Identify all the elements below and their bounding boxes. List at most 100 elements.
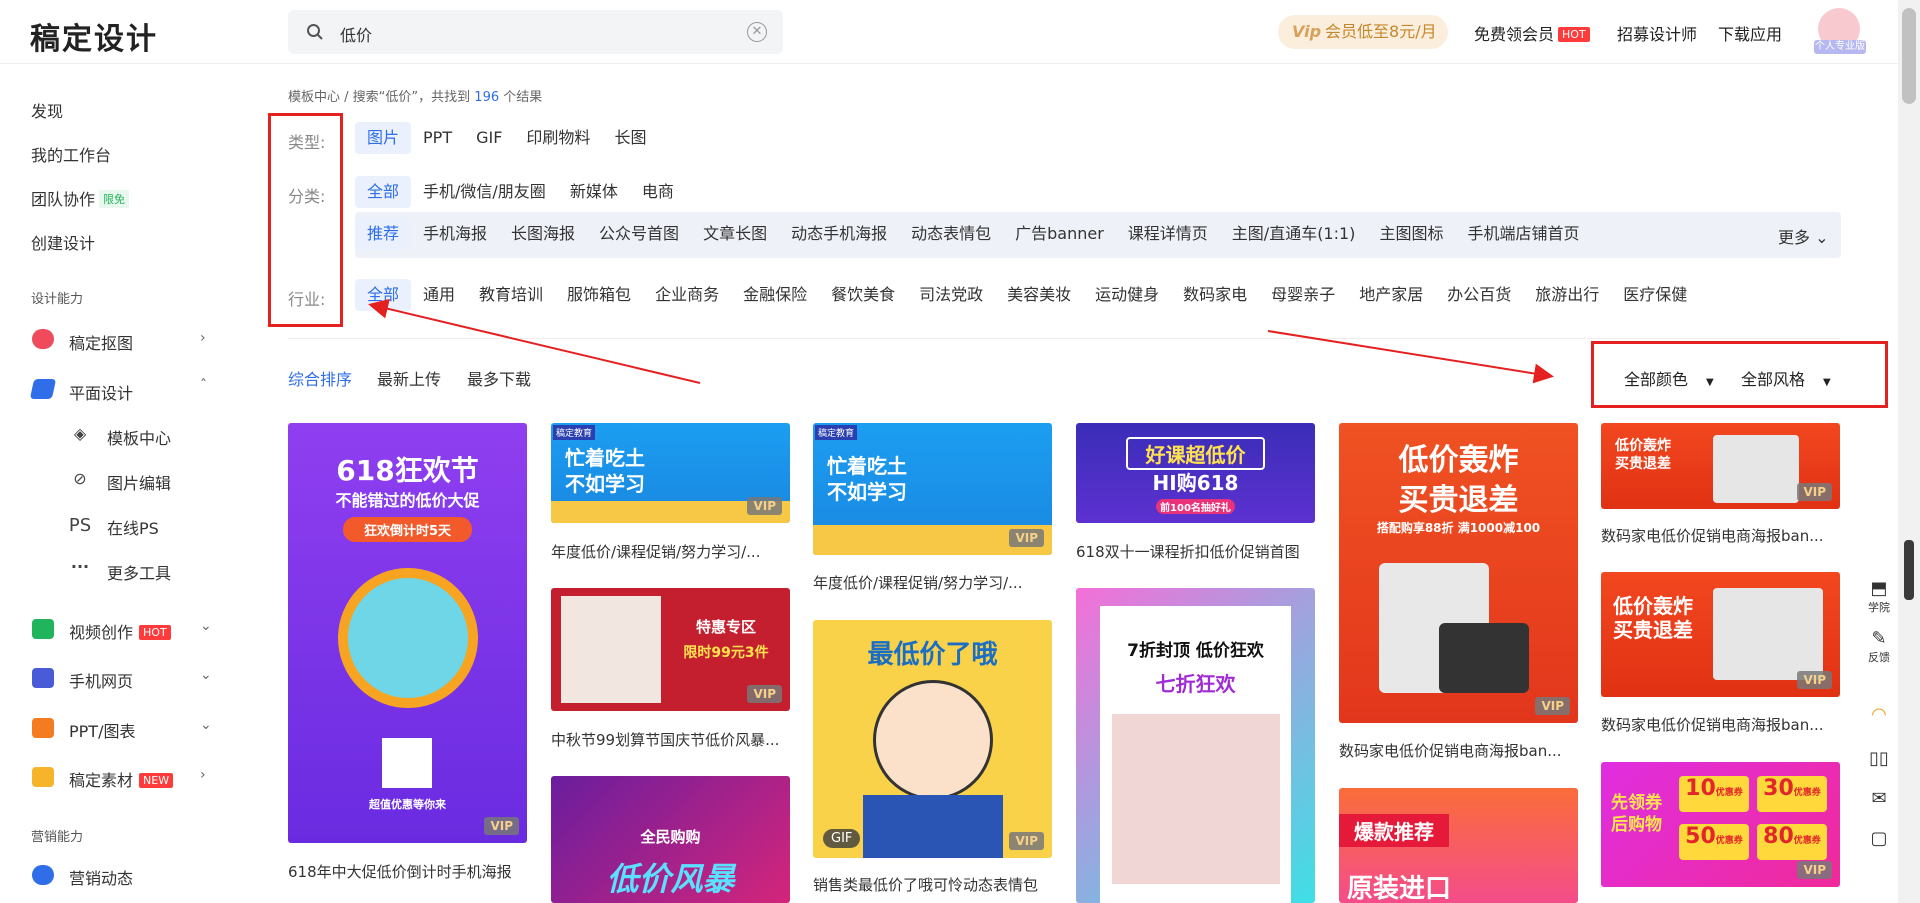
support-button[interactable]: ◠: [1860, 704, 1898, 725]
sidebar-item-cutout[interactable]: 稿定抠图: [69, 330, 133, 354]
industry-chip[interactable]: 全部: [355, 279, 412, 311]
download-app-link[interactable]: 下载应用: [1718, 21, 1782, 45]
industry-chip[interactable]: 教育培训: [467, 279, 555, 311]
subcategory-chip[interactable]: 主图/直通车(1:1): [1220, 218, 1368, 250]
industry-chip[interactable]: 数码家电: [1171, 279, 1259, 311]
subcategory-chip[interactable]: 主图图标: [1367, 218, 1455, 250]
type-chip[interactable]: 印刷物料: [514, 122, 602, 154]
academy-button[interactable]: ⬒ 学院: [1860, 578, 1898, 615]
sidebar-item-create[interactable]: 创建设计: [31, 230, 95, 254]
recruit-designer-link[interactable]: 招募设计师: [1617, 21, 1697, 45]
sidebar-item-material[interactable]: 稿定素材 NEW: [69, 767, 174, 791]
template-card[interactable]: 最低价了哦 GIF VIP: [813, 620, 1052, 858]
template-title[interactable]: 年度低价/课程促销/努力学习/...: [551, 541, 790, 562]
sidebar-item-image-edit[interactable]: 图片编辑: [107, 470, 171, 494]
template-card[interactable]: 低价轰炸 买贵退差 VIP: [1601, 423, 1840, 509]
industry-chip[interactable]: 企业商务: [643, 279, 731, 311]
template-title[interactable]: 618年中大促低价倒计时手机海报: [288, 861, 527, 882]
vip-promo-button[interactable]: Vip 会员低至8元/月: [1278, 15, 1448, 49]
industry-chip[interactable]: 旅游出行: [1523, 279, 1611, 311]
type-chip[interactable]: PPT: [411, 122, 464, 154]
template-card[interactable]: 7折封顶 低价狂欢 七折狂欢: [1076, 588, 1315, 903]
sidebar-item-marketing[interactable]: 营销动态: [69, 865, 133, 889]
search-box[interactable]: 低价 ✕: [288, 10, 783, 54]
template-card[interactable]: 稿定教育 忙着吃土 不如学习 VIP: [551, 423, 790, 523]
subcategory-chip[interactable]: 公众号首图: [587, 218, 691, 250]
template-title[interactable]: 618双十一课程折扣低价促销首图: [1076, 541, 1315, 562]
subcategory-chip[interactable]: 文章长图: [691, 218, 779, 250]
type-chip[interactable]: 长图: [602, 122, 658, 154]
industry-chip[interactable]: 餐饮美食: [819, 279, 907, 311]
chevron-down-icon[interactable]: ⌄: [200, 618, 212, 634]
template-title[interactable]: 数码家电低价促销电商海报ban...: [1339, 740, 1578, 761]
template-card[interactable]: 低价轰炸 买贵退差 搭配购享88折 满1000减100 VIP: [1339, 423, 1578, 723]
subcategory-chip[interactable]: 长图海报: [499, 218, 587, 250]
category-chip[interactable]: 手机/微信/朋友圈: [411, 176, 558, 208]
category-chip[interactable]: 全部: [355, 176, 412, 208]
type-chip[interactable]: GIF: [464, 122, 514, 154]
subcategory-chip[interactable]: 手机海报: [411, 218, 499, 250]
chat-button[interactable]: ▢: [1860, 828, 1898, 849]
more-dropdown[interactable]: 更多 ⌄: [1778, 224, 1829, 248]
template-card[interactable]: 爆款推荐 原装进口: [1339, 788, 1578, 903]
sidebar-item-ppt[interactable]: PPT/图表: [69, 718, 135, 742]
template-card[interactable]: 低价轰炸 买贵退差 VIP: [1601, 572, 1840, 697]
template-card[interactable]: 好课超低价 HI购618 前100名抽好礼: [1076, 423, 1315, 523]
template-title[interactable]: 数码家电低价促销电商海报ban...: [1601, 714, 1840, 735]
category-chip[interactable]: 新媒体: [558, 176, 630, 208]
sidebar-item-online-ps[interactable]: 在线PS: [107, 515, 159, 539]
inbox-button[interactable]: ✉: [1860, 788, 1898, 809]
subcategory-chip[interactable]: 手机端店铺首页: [1455, 218, 1591, 250]
template-title[interactable]: 销售类最低价了哦可怜动态表情包: [813, 874, 1052, 895]
chevron-down-icon[interactable]: ⌄: [200, 717, 212, 733]
sidebar-item-more-tools[interactable]: 更多工具: [107, 560, 171, 584]
industry-chip[interactable]: 美容美妆: [995, 279, 1083, 311]
template-card[interactable]: 618狂欢节 不能错过的低价大促 狂欢倒计时5天 超值优惠等你来 VIP: [288, 423, 527, 843]
template-title[interactable]: 中秋节99划算节国庆节低价风暴...: [551, 729, 790, 750]
app-logo[interactable]: 稿定设计: [30, 14, 158, 58]
subcategory-chip[interactable]: 动态手机海报: [779, 218, 899, 250]
subcategory-chip[interactable]: 动态表情包: [899, 218, 1003, 250]
sidebar-item-workspace[interactable]: 我的工作台: [31, 142, 111, 166]
industry-chip[interactable]: 医疗保健: [1611, 279, 1699, 311]
industry-chip[interactable]: 母婴亲子: [1259, 279, 1347, 311]
template-card[interactable]: 全民购购 低价风暴: [551, 776, 790, 903]
template-title[interactable]: 数码家电低价促销电商海报ban...: [1601, 525, 1840, 546]
chevron-right-icon[interactable]: ›: [200, 330, 206, 346]
industry-chip[interactable]: 金融保险: [731, 279, 819, 311]
type-chip[interactable]: 图片: [355, 122, 412, 154]
free-vip-link[interactable]: 免费领会员 HOT: [1474, 21, 1590, 45]
scrollbar[interactable]: [1898, 0, 1920, 903]
sort-latest[interactable]: 最新上传: [377, 366, 441, 390]
sidebar-item-team[interactable]: 团队协作 限免: [31, 186, 130, 210]
industry-chip[interactable]: 运动健身: [1083, 279, 1171, 311]
scrollbar-thumb[interactable]: [1902, 8, 1916, 104]
chevron-right-icon[interactable]: ›: [200, 767, 206, 783]
template-card[interactable]: 先领券后购物 10优惠券 30优惠券 50优惠券 80优惠券 VIP: [1601, 762, 1840, 887]
sort-most-download[interactable]: 最多下载: [467, 366, 531, 390]
clear-search-icon[interactable]: ✕: [747, 22, 767, 42]
book-button[interactable]: ▯▯: [1860, 748, 1898, 769]
industry-chip[interactable]: 司法党政: [907, 279, 995, 311]
industry-chip[interactable]: 服饰箱包: [555, 279, 643, 311]
search-input[interactable]: 低价: [340, 22, 372, 46]
industry-chip[interactable]: 地产家居: [1347, 279, 1435, 311]
chevron-up-icon[interactable]: ˆ: [200, 378, 207, 394]
subcategory-chip[interactable]: 广告banner: [1003, 218, 1116, 250]
subcategory-chip[interactable]: 推荐: [355, 218, 412, 250]
category-chip[interactable]: 电商: [630, 176, 686, 208]
breadcrumb-root[interactable]: 模板中心: [288, 90, 340, 105]
sidebar-item-h5[interactable]: 手机网页: [69, 668, 133, 692]
template-title[interactable]: 年度低价/课程促销/努力学习/...: [813, 572, 1052, 593]
template-card[interactable]: 稿定教育 忙着吃土 不如学习 VIP: [813, 423, 1052, 555]
sidebar-item-templates[interactable]: 模板中心: [107, 425, 171, 449]
chevron-down-icon[interactable]: ⌄: [200, 667, 212, 683]
sidebar-item-video[interactable]: 视频创作 HOT: [69, 619, 171, 643]
sidebar-item-graphic[interactable]: 平面设计: [69, 380, 133, 404]
subcategory-chip[interactable]: 课程详情页: [1116, 218, 1220, 250]
sort-comprehensive[interactable]: 综合排序: [288, 366, 352, 390]
industry-chip[interactable]: 办公百货: [1435, 279, 1523, 311]
sidebar-item-discover[interactable]: 发现: [31, 98, 63, 122]
industry-chip[interactable]: 通用: [411, 279, 467, 311]
feedback-button[interactable]: ✎ 反馈: [1860, 628, 1898, 665]
